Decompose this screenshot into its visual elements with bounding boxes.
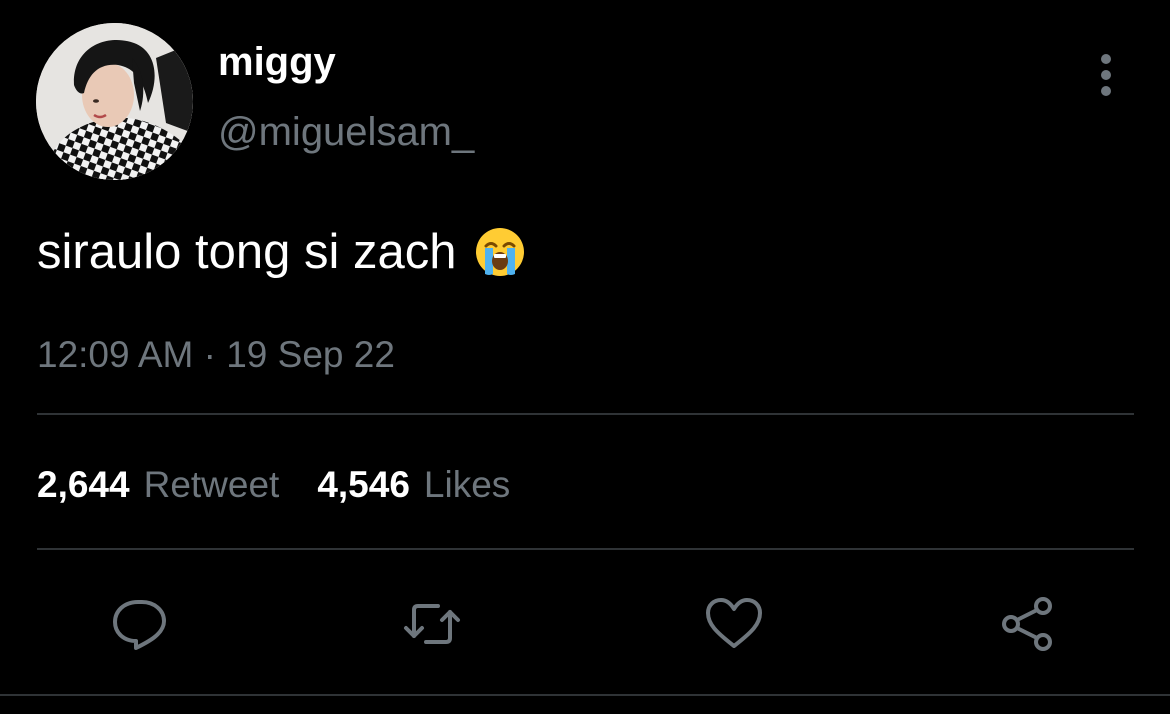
retweet-count: 2,644 [37, 464, 130, 505]
divider [37, 413, 1134, 415]
loudly-crying-face-icon [474, 226, 526, 278]
divider [0, 694, 1170, 696]
user-handle[interactable]: @miguelsam_ [218, 108, 474, 156]
tweet-text: siraulo tong si zach [37, 222, 526, 282]
share-icon [1002, 597, 1052, 651]
more-vertical-icon [1101, 54, 1111, 96]
reply-button[interactable] [108, 592, 172, 656]
more-options-button[interactable] [1088, 52, 1124, 98]
likes-stat[interactable]: 4,546 Likes [317, 462, 510, 508]
display-name[interactable]: miggy [218, 38, 336, 86]
retweet-label: Retweet [143, 464, 280, 505]
likes-count: 4,546 [317, 464, 410, 505]
retweet-icon [404, 604, 460, 644]
like-icon [706, 598, 762, 648]
reply-icon [113, 600, 166, 650]
avatar[interactable] [36, 23, 193, 180]
divider [37, 548, 1134, 550]
likes-label: Likes [423, 464, 511, 505]
tweet-timestamp[interactable]: 12:09 AM · 19 Sep 22 [37, 332, 395, 378]
tweet-stats: 2,644 Retweet 4,546 Likes [37, 462, 510, 508]
share-button[interactable] [996, 592, 1060, 656]
tweet-text-content: siraulo tong si zach [37, 225, 457, 279]
like-button[interactable] [702, 592, 766, 656]
retweet-button[interactable] [400, 592, 464, 656]
retweet-stat[interactable]: 2,644 Retweet [37, 462, 279, 508]
profile-photo [36, 23, 193, 180]
